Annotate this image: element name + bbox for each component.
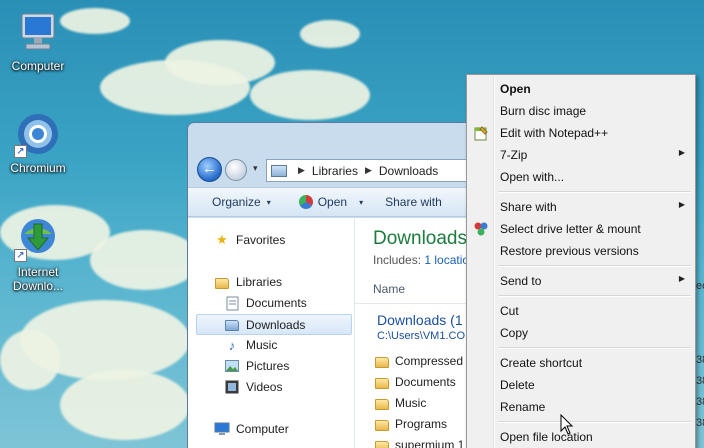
- share-with-label: Share with: [385, 195, 442, 209]
- library-includes: Includes: 1 locatio: [373, 253, 470, 267]
- pictures-icon: [224, 358, 240, 374]
- right-edge-fragment: 38: [696, 375, 704, 387]
- file-row-documents[interactable]: Documents: [375, 375, 456, 389]
- menu-separator: [498, 265, 691, 267]
- file-row-supermium[interactable]: supermium 1: [375, 438, 464, 448]
- menu-item-cut[interactable]: Cut: [469, 301, 693, 321]
- folder-icon: [375, 377, 389, 389]
- open-label: Open: [317, 195, 348, 209]
- chevron-down-icon: ▾: [359, 197, 364, 207]
- organize-button[interactable]: Organize ▾: [212, 195, 271, 209]
- forward-button[interactable]: [225, 159, 247, 181]
- breadcrumb-separator[interactable]: ▶: [365, 165, 372, 176]
- notepad-plus-plus-icon: [473, 125, 489, 141]
- menu-item-burn-disc-image[interactable]: Burn disc image: [469, 101, 693, 121]
- chevron-down-icon: ▾: [266, 197, 271, 207]
- desktop-icon-label: Computer: [11, 59, 65, 73]
- folder-icon: [375, 356, 389, 368]
- menu-item-open[interactable]: Open: [469, 79, 693, 99]
- right-edge-fragment: 38: [696, 354, 704, 366]
- nav-videos[interactable]: Videos: [224, 379, 282, 395]
- videos-icon: [224, 379, 240, 395]
- menu-item-select-drive-letter-mount[interactable]: Select drive letter & mount: [469, 219, 693, 239]
- menu-separator: [498, 421, 691, 423]
- downloads-icon: [224, 317, 240, 333]
- submenu-arrow-icon: ▶: [678, 200, 685, 209]
- menu-item-create-shortcut[interactable]: Create shortcut: [469, 353, 693, 373]
- command-bar: Organize ▾ Open ▾ Share with: [188, 187, 486, 217]
- internet-download-manager-icon: ↗: [14, 214, 62, 262]
- menu-item-share-with[interactable]: Share with ▶: [469, 197, 693, 217]
- desktop-icon-label: Chromium: [10, 161, 66, 175]
- menu-separator: [498, 347, 691, 349]
- nav-downloads[interactable]: Downloads: [196, 314, 352, 335]
- menu-separator: [498, 191, 691, 193]
- library-title: Downloads: [373, 228, 467, 249]
- desktop-icon-internet-download-manager[interactable]: ↗ Internet Downlo...: [2, 214, 74, 293]
- shortcut-arrow-icon: ↗: [14, 249, 27, 262]
- desktop-icon-chromium[interactable]: ↗ Chromium: [2, 110, 74, 175]
- open-button[interactable]: Open ▾: [298, 195, 364, 209]
- folder-icon: [375, 398, 389, 410]
- menu-item-copy[interactable]: Copy: [469, 323, 693, 343]
- file-row-programs[interactable]: Programs: [375, 417, 447, 431]
- back-arrow-icon: ←: [202, 160, 217, 177]
- menu-item-restore-previous-versions[interactable]: Restore previous versions: [469, 241, 693, 261]
- right-edge-fragment: 38: [696, 417, 704, 429]
- menu-item-rename[interactable]: Rename: [469, 397, 693, 417]
- library-icon: [214, 274, 230, 290]
- menu-item-send-to[interactable]: Send to ▶: [469, 271, 693, 291]
- library-locations-link[interactable]: 1 locatio: [424, 253, 469, 267]
- group-header[interactable]: Downloads (1: [377, 312, 463, 328]
- nav-music[interactable]: ♪ Music: [224, 337, 278, 353]
- breadcrumb-downloads[interactable]: Downloads: [379, 164, 438, 178]
- back-button[interactable]: ←: [197, 157, 222, 182]
- chromium-icon: ↗: [14, 110, 62, 158]
- group-path: C:\Users\VM1.CO: [377, 330, 466, 342]
- nav-libraries[interactable]: Libraries: [214, 274, 282, 290]
- drive-mount-icon: [473, 221, 489, 237]
- explorer-window[interactable]: ← ▾ ▶ Libraries ▶ Downloads Organize ▾ O…: [187, 122, 487, 448]
- menu-item-open-with[interactable]: Open with...: [469, 167, 693, 187]
- open-with-app-icon: [298, 195, 313, 209]
- file-row-music[interactable]: Music: [375, 396, 426, 410]
- breadcrumb-libraries[interactable]: Libraries: [312, 164, 358, 178]
- computer-icon: [214, 421, 230, 437]
- menu-item-7-zip[interactable]: 7-Zip ▶: [469, 145, 693, 165]
- submenu-arrow-icon: ▶: [678, 148, 685, 157]
- computer-icon: [14, 8, 62, 56]
- desktop-icon-label: Internet Downlo...: [12, 265, 64, 293]
- nav-computer[interactable]: Computer: [214, 421, 289, 437]
- nav-pictures[interactable]: Pictures: [224, 358, 289, 374]
- nav-documents[interactable]: Documents: [224, 295, 307, 311]
- documents-icon: [224, 295, 240, 311]
- menu-item-delete[interactable]: Delete: [469, 375, 693, 395]
- library-icon: [271, 164, 287, 177]
- right-edge-fragment: ec: [696, 280, 704, 292]
- music-note-icon: ♪: [228, 337, 236, 353]
- context-menu: Open Burn disc image Edit with Notepad++…: [466, 74, 696, 448]
- address-bar[interactable]: ▶ Libraries ▶ Downloads: [266, 159, 486, 182]
- menu-item-edit-with-notepad-plus-plus[interactable]: Edit with Notepad++: [469, 123, 693, 143]
- desktop-icon-computer[interactable]: Computer: [2, 8, 74, 73]
- nav-favorites[interactable]: ★ Favorites: [214, 232, 285, 248]
- share-with-button[interactable]: Share with: [385, 195, 442, 209]
- breadcrumb-separator[interactable]: ▶: [298, 165, 305, 176]
- folder-icon: [375, 419, 389, 431]
- menu-item-open-file-location[interactable]: Open file location: [469, 427, 693, 447]
- shortcut-arrow-icon: ↗: [14, 145, 27, 158]
- column-header-name[interactable]: Name: [373, 282, 405, 296]
- mouse-cursor-icon: [560, 414, 574, 435]
- star-icon: ★: [216, 232, 228, 247]
- folder-icon: [375, 440, 389, 448]
- navigation-pane: ★ Favorites Libraries Documents Download…: [188, 218, 354, 448]
- address-row: ← ▾ ▶ Libraries ▶ Downloads: [188, 151, 486, 187]
- recent-pages-dropdown[interactable]: ▾: [253, 163, 258, 174]
- file-row-compressed[interactable]: Compressed: [375, 354, 463, 368]
- organize-label: Organize: [212, 195, 261, 209]
- menu-separator: [498, 295, 691, 297]
- right-edge-fragment: 38: [696, 396, 704, 408]
- submenu-arrow-icon: ▶: [678, 274, 685, 283]
